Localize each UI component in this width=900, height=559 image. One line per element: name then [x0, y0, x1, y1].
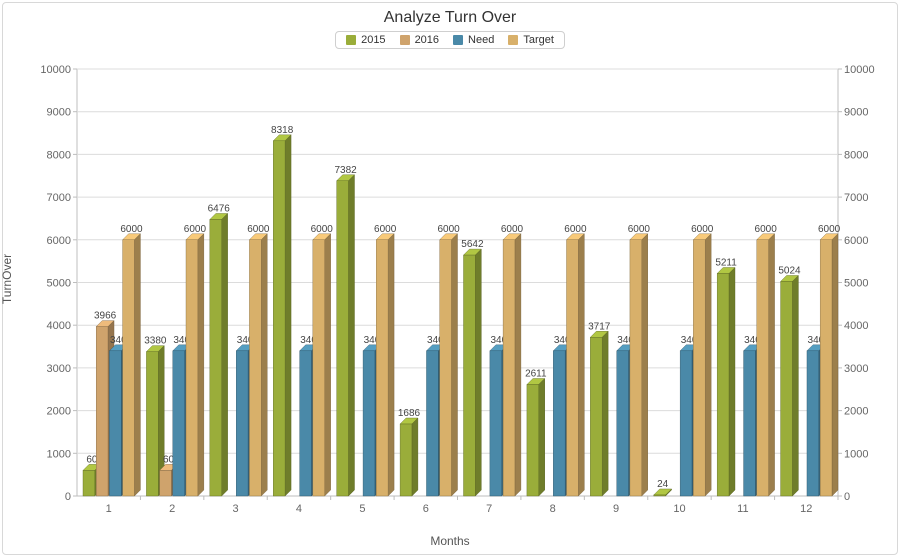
- svg-text:1686: 1686: [398, 408, 421, 419]
- svg-text:6000: 6000: [501, 224, 524, 235]
- svg-text:2611: 2611: [525, 369, 547, 380]
- legend-item-2016[interactable]: 2016: [400, 34, 439, 46]
- legend-label-target: Target: [523, 34, 554, 46]
- svg-text:5642: 5642: [461, 239, 484, 250]
- svg-text:6000: 6000: [437, 224, 460, 235]
- svg-text:3000: 3000: [47, 363, 71, 375]
- chart-svg: 0 0 1000 1000 2000 2000 3000 3000 4000 4000 5000 50…: [29, 61, 882, 524]
- svg-text:2000: 2000: [844, 406, 868, 418]
- svg-text:3000: 3000: [844, 363, 868, 375]
- svg-text:6000: 6000: [374, 224, 397, 235]
- svg-text:6000: 6000: [564, 224, 587, 235]
- svg-text:10000: 10000: [844, 64, 875, 76]
- svg-text:5000: 5000: [844, 278, 868, 290]
- y-axis-label: TurnOver: [0, 253, 14, 303]
- svg-text:10: 10: [673, 503, 685, 515]
- svg-text:6000: 6000: [844, 235, 868, 247]
- svg-text:6000: 6000: [755, 224, 778, 235]
- svg-text:6000: 6000: [247, 224, 270, 235]
- svg-text:5211: 5211: [715, 257, 737, 268]
- svg-text:4000: 4000: [47, 320, 71, 332]
- svg-text:5024: 5024: [778, 265, 801, 276]
- svg-text:6: 6: [423, 503, 429, 515]
- svg-text:8: 8: [550, 503, 556, 515]
- svg-text:9000: 9000: [47, 107, 71, 119]
- legend-label-need: Need: [468, 34, 494, 46]
- svg-text:2: 2: [169, 503, 175, 515]
- legend-swatch-need: [453, 35, 463, 45]
- chart-title: Analyze Turn Over: [3, 3, 897, 31]
- svg-text:4000: 4000: [844, 320, 868, 332]
- legend-swatch-2015: [346, 35, 356, 45]
- svg-text:6000: 6000: [691, 224, 714, 235]
- legend-item-need[interactable]: Need: [453, 34, 494, 46]
- svg-text:6476: 6476: [208, 203, 231, 214]
- svg-text:24: 24: [657, 479, 669, 490]
- svg-text:8000: 8000: [47, 149, 71, 161]
- svg-text:6000: 6000: [311, 224, 334, 235]
- svg-text:6000: 6000: [120, 224, 143, 235]
- svg-text:4: 4: [296, 503, 302, 515]
- svg-text:7000: 7000: [47, 192, 71, 204]
- legend: 2015 2016 Need Target: [335, 31, 565, 49]
- svg-text:1000: 1000: [47, 448, 71, 460]
- svg-text:11: 11: [737, 503, 748, 515]
- svg-text:1000: 1000: [844, 448, 868, 460]
- legend-label-2016: 2016: [415, 34, 439, 46]
- svg-text:6000: 6000: [184, 224, 207, 235]
- svg-text:2000: 2000: [47, 406, 71, 418]
- svg-text:6000: 6000: [47, 235, 71, 247]
- svg-text:7: 7: [486, 503, 492, 515]
- x-axis-label: Months: [430, 534, 469, 548]
- plot-area: 0 0 1000 1000 2000 2000 3000 3000 4000 4000 5000 50…: [29, 61, 882, 524]
- svg-text:12: 12: [800, 503, 812, 515]
- svg-text:3717: 3717: [588, 321, 611, 332]
- legend-swatch-2016: [400, 35, 410, 45]
- svg-text:6000: 6000: [818, 224, 841, 235]
- legend-swatch-target: [508, 35, 518, 45]
- svg-text:7382: 7382: [334, 165, 357, 176]
- svg-text:3966: 3966: [94, 311, 117, 322]
- svg-text:7000: 7000: [844, 192, 868, 204]
- svg-text:5: 5: [359, 503, 365, 515]
- svg-text:0: 0: [844, 491, 850, 503]
- svg-text:1: 1: [106, 503, 112, 515]
- svg-text:9000: 9000: [844, 107, 868, 119]
- svg-text:6000: 6000: [628, 224, 651, 235]
- legend-label-2015: 2015: [361, 34, 385, 46]
- chart-container: Analyze Turn Over 2015 2016 Need Target …: [2, 2, 898, 555]
- svg-text:9: 9: [613, 503, 619, 515]
- svg-text:5000: 5000: [47, 278, 71, 290]
- svg-text:0: 0: [65, 491, 71, 503]
- svg-text:3380: 3380: [144, 336, 167, 347]
- svg-text:8000: 8000: [844, 149, 868, 161]
- svg-text:3: 3: [232, 503, 238, 515]
- svg-text:8318: 8318: [271, 125, 294, 136]
- legend-item-2015[interactable]: 2015: [346, 34, 385, 46]
- svg-text:10000: 10000: [40, 64, 71, 76]
- legend-item-target[interactable]: Target: [508, 34, 554, 46]
